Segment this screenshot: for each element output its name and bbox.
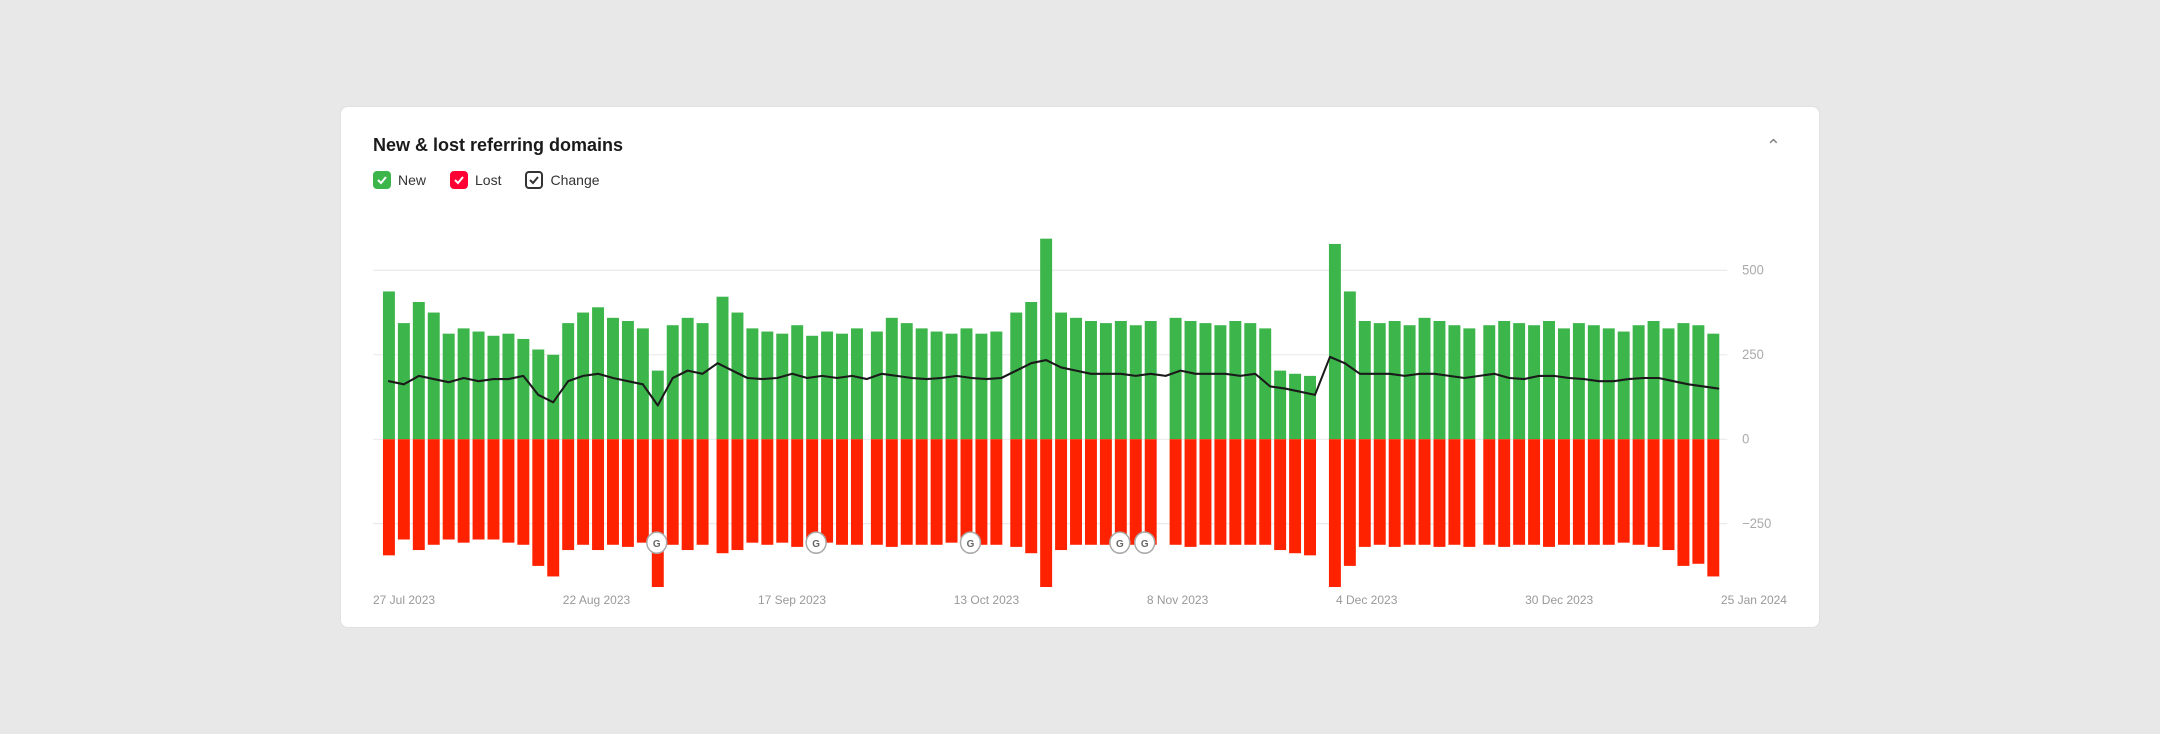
checkmark-icon-lost: [453, 174, 465, 186]
chart-card: New & lost referring domains ⌃ New Lost …: [340, 106, 1820, 628]
legend-label-lost: Lost: [475, 172, 501, 188]
legend-item-new: New: [373, 171, 426, 189]
x-label-5: 4 Dec 2023: [1336, 593, 1397, 607]
legend-checkbox-lost: [450, 171, 468, 189]
svg-text:G: G: [653, 539, 661, 550]
legend-checkbox-change: [525, 171, 543, 189]
x-label-2: 17 Sep 2023: [758, 593, 826, 607]
x-label-4: 8 Nov 2023: [1147, 593, 1208, 607]
x-axis-labels: 27 Jul 2023 22 Aug 2023 17 Sep 2023 13 O…: [373, 593, 1787, 607]
svg-text:250: 250: [1742, 347, 1764, 362]
card-header: New & lost referring domains ⌃: [373, 135, 1787, 157]
collapse-button[interactable]: ⌃: [1760, 135, 1787, 157]
checkmark-icon: [376, 174, 388, 186]
svg-text:G: G: [812, 539, 820, 550]
svg-text:G: G: [1141, 539, 1149, 550]
chart-svg: 500 250 0 −250: [373, 207, 1787, 587]
legend-item-lost: Lost: [450, 171, 501, 189]
x-label-7: 25 Jan 2024: [1721, 593, 1787, 607]
x-label-1: 22 Aug 2023: [563, 593, 630, 607]
checkmark-icon-change: [528, 174, 540, 186]
legend-label-new: New: [398, 172, 426, 188]
x-label-6: 30 Dec 2023: [1525, 593, 1593, 607]
legend-label-change: Change: [550, 172, 599, 188]
svg-text:G: G: [1116, 539, 1124, 550]
chart-area: 500 250 0 −250: [373, 207, 1787, 587]
chart-legend: New Lost Change: [373, 171, 1787, 189]
svg-text:0: 0: [1742, 431, 1749, 446]
legend-checkbox-new: [373, 171, 391, 189]
svg-text:G: G: [967, 539, 975, 550]
card-title: New & lost referring domains: [373, 135, 623, 156]
svg-text:−250: −250: [1742, 516, 1771, 531]
legend-item-change: Change: [525, 171, 599, 189]
svg-text:500: 500: [1742, 262, 1764, 277]
x-label-3: 13 Oct 2023: [954, 593, 1019, 607]
x-label-0: 27 Jul 2023: [373, 593, 435, 607]
